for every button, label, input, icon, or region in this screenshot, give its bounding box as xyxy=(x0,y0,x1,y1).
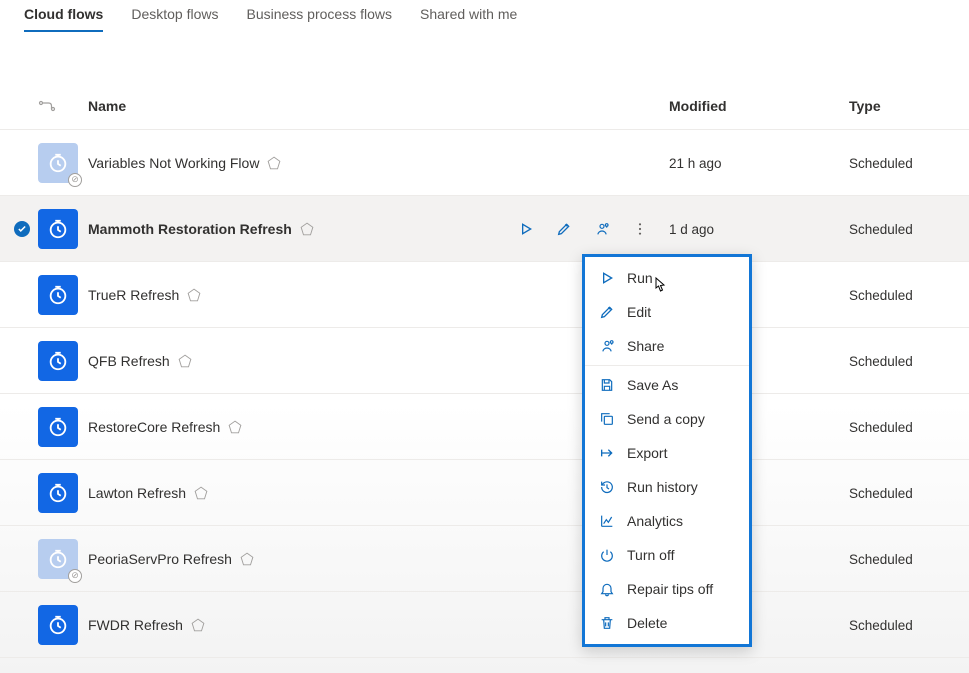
tab-business-process-flows[interactable]: Business process flows xyxy=(246,0,392,32)
menu-item-run-history[interactable]: Run history xyxy=(585,470,749,504)
type-text: Scheduled xyxy=(849,156,913,171)
type-text: Scheduled xyxy=(849,552,913,567)
flow-name[interactable]: FWDR Refresh xyxy=(88,617,509,633)
table-row[interactable]: TrueR Refresh Scheduled xyxy=(0,262,969,328)
table-row[interactable]: ⊘ Variables Not Working Flow 21 h ago Sched… xyxy=(0,130,969,196)
flow-name[interactable]: RestoreCore Refresh xyxy=(88,419,509,435)
flow-name[interactable]: Variables Not Working Flow xyxy=(88,155,509,171)
type-text: Scheduled xyxy=(849,222,913,237)
premium-icon xyxy=(228,420,242,434)
flow-type-icon xyxy=(38,100,56,112)
menu-item-label: Analytics xyxy=(627,513,683,529)
scheduled-flow-icon xyxy=(38,473,78,513)
menu-item-turn-off[interactable]: Turn off xyxy=(585,538,749,572)
column-header-name[interactable]: Name xyxy=(88,98,509,114)
table-row[interactable]: QFB Refresh Scheduled xyxy=(0,328,969,394)
type-text: Scheduled xyxy=(849,618,913,633)
scheduled-flow-icon: ⊘ xyxy=(38,539,78,579)
type-text: Scheduled xyxy=(849,420,913,435)
column-header-type[interactable]: Type xyxy=(849,98,949,114)
history-icon xyxy=(599,479,615,495)
menu-divider xyxy=(585,365,749,366)
type-text: Scheduled xyxy=(849,486,913,501)
menu-item-delete[interactable]: Delete xyxy=(585,606,749,640)
premium-icon xyxy=(300,222,314,236)
premium-icon xyxy=(178,354,192,368)
disabled-badge-icon: ⊘ xyxy=(68,569,82,583)
menu-item-label: Send a copy xyxy=(627,411,705,427)
scheduled-flow-icon xyxy=(38,275,78,315)
menu-item-save-as[interactable]: Save As xyxy=(585,368,749,402)
table-row[interactable]: ⊘ PeoriaServPro Refresh Scheduled xyxy=(0,526,969,592)
analytics-icon xyxy=(599,513,615,529)
saveas-icon xyxy=(599,377,615,393)
modified-text: 1 d ago xyxy=(669,222,714,237)
menu-item-analytics[interactable]: Analytics xyxy=(585,504,749,538)
tab-shared-with-me[interactable]: Shared with me xyxy=(420,0,517,32)
menu-item-share[interactable]: Share xyxy=(585,329,749,363)
scheduled-flow-icon xyxy=(38,407,78,447)
modified-text: 21 h ago xyxy=(669,156,722,171)
delete-icon xyxy=(599,615,615,631)
menu-item-label: Export xyxy=(627,445,667,461)
scheduled-flow-icon xyxy=(38,341,78,381)
tab-cloud-flows[interactable]: Cloud flows xyxy=(24,0,103,32)
edit-button[interactable] xyxy=(555,220,573,238)
edit-icon xyxy=(599,304,615,320)
type-text: Scheduled xyxy=(849,354,913,369)
flow-name[interactable]: QFB Refresh xyxy=(88,353,509,369)
tab-desktop-flows[interactable]: Desktop flows xyxy=(131,0,218,32)
menu-item-label: Turn off xyxy=(627,547,674,563)
menu-item-edit[interactable]: Edit xyxy=(585,295,749,329)
scheduled-flow-icon xyxy=(38,605,78,645)
tabs-bar: Cloud flows Desktop flows Business proce… xyxy=(0,0,969,42)
flow-name[interactable]: Mammoth Restoration Refresh xyxy=(88,221,509,237)
menu-item-label: Share xyxy=(627,338,664,354)
more-button[interactable] xyxy=(631,220,649,238)
table-row[interactable]: RestoreCore Refresh Scheduled xyxy=(0,394,969,460)
flow-name[interactable]: TrueR Refresh xyxy=(88,287,509,303)
menu-item-export[interactable]: Export xyxy=(585,436,749,470)
menu-item-label: Run xyxy=(627,270,653,286)
table-row[interactable]: Mammoth Restoration Refresh 1 d ago Schedu… xyxy=(0,196,969,262)
table-row[interactable]: Lawton Refresh Scheduled xyxy=(0,460,969,526)
flow-name[interactable]: Lawton Refresh xyxy=(88,485,509,501)
share-icon xyxy=(599,338,615,354)
bell-icon xyxy=(599,581,615,597)
scheduled-flow-icon xyxy=(38,209,78,249)
menu-item-label: Run history xyxy=(627,479,698,495)
table-header: Name Modified Type xyxy=(0,82,969,130)
premium-icon xyxy=(267,156,281,170)
menu-item-run[interactable]: Run xyxy=(585,261,749,295)
premium-icon xyxy=(194,486,208,500)
table-row[interactable]: FWDR Refresh Scheduled xyxy=(0,592,969,658)
column-header-modified[interactable]: Modified xyxy=(669,98,849,114)
menu-item-repair-tips-off[interactable]: Repair tips off xyxy=(585,572,749,606)
menu-item-label: Repair tips off xyxy=(627,581,713,597)
flow-name[interactable]: PeoriaServPro Refresh xyxy=(88,551,509,567)
run-icon xyxy=(599,270,615,286)
copy-icon xyxy=(599,411,615,427)
row-selected-indicator[interactable] xyxy=(14,221,30,237)
disabled-badge-icon: ⊘ xyxy=(68,173,82,187)
share-button[interactable] xyxy=(593,220,611,238)
premium-icon xyxy=(240,552,254,566)
menu-item-label: Delete xyxy=(627,615,667,631)
menu-item-label: Save As xyxy=(627,377,678,393)
type-text: Scheduled xyxy=(849,288,913,303)
export-icon xyxy=(599,445,615,461)
premium-icon xyxy=(191,618,205,632)
menu-item-send-a-copy[interactable]: Send a copy xyxy=(585,402,749,436)
context-menu: Run Edit Share Save As Send a copy Export Run … xyxy=(582,254,752,647)
premium-icon xyxy=(187,288,201,302)
turnoff-icon xyxy=(599,547,615,563)
run-button[interactable] xyxy=(517,220,535,238)
menu-item-label: Edit xyxy=(627,304,651,320)
scheduled-flow-icon: ⊘ xyxy=(38,143,78,183)
